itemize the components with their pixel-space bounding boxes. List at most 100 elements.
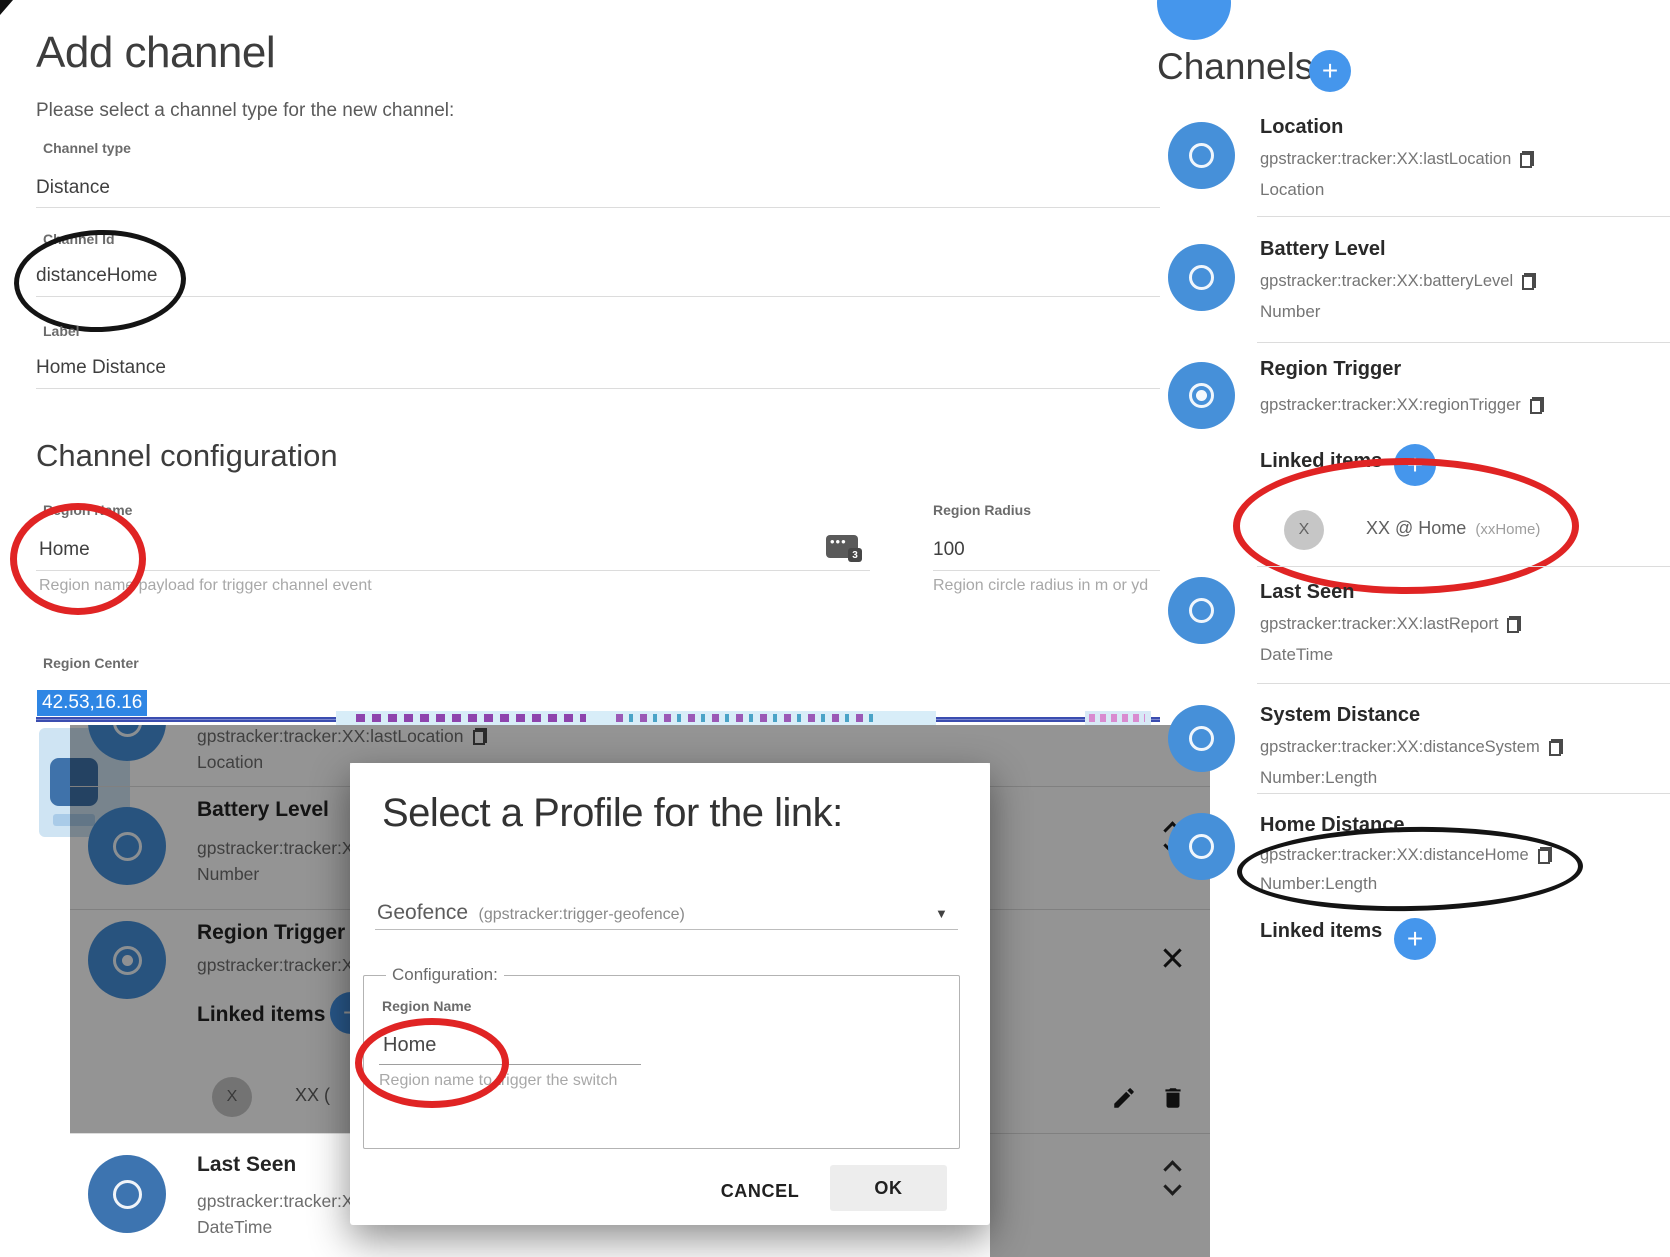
region-radius-helper: Region circle radius in m or yd: [933, 577, 1148, 595]
profile-select-value: Geofence: [377, 901, 468, 924]
region-radius-label: Region Radius: [933, 502, 1031, 518]
channel-type: Number: [1260, 302, 1320, 322]
reorder-unfold-more-icon[interactable]: [1166, 1163, 1179, 1193]
backdrop-dim: [350, 725, 990, 763]
channel-type: Location: [1260, 180, 1324, 200]
profile-select-uid: (gpstracker:trigger-geofence): [479, 906, 685, 923]
channel-type: DateTime: [1260, 645, 1333, 665]
keyboard-icon[interactable]: ••• 3: [826, 535, 858, 558]
region-radius-field[interactable]: 100: [933, 539, 965, 561]
configuration-legend: Configuration:: [386, 965, 504, 985]
divider: [36, 207, 1160, 208]
channel-title: Last Seen: [197, 1153, 296, 1177]
select-underline: [375, 929, 958, 930]
circle-outline-icon: [1189, 265, 1214, 290]
channel-state-icon: [1168, 577, 1235, 644]
divider: [36, 570, 870, 571]
add-linked-item-button[interactable]: +: [1394, 444, 1436, 486]
channel-title: Home Distance: [1260, 814, 1405, 837]
backdrop-dim: [70, 725, 350, 1133]
channel-type-field[interactable]: Distance: [36, 177, 110, 199]
channel-state-icon: [1168, 122, 1235, 189]
artifact-dashes: [616, 714, 876, 722]
divider: [933, 570, 1160, 571]
channel-title: Last Seen: [1260, 581, 1354, 604]
label-field[interactable]: Home Distance: [36, 357, 166, 379]
linked-item-suffix: (xxHome): [1475, 521, 1540, 538]
section-title-channel-configuration: Channel configuration: [36, 438, 338, 474]
circle-outline-icon: [1189, 598, 1214, 623]
cancel-button[interactable]: CANCEL: [705, 1171, 815, 1211]
channel-uid: gpstracker:tracker:X: [197, 1191, 354, 1212]
channel-uid-text: gpstracker:tracker:XX:lastLocation: [1260, 150, 1511, 169]
profile-dialog: Select a Profile for the link: Geofence …: [350, 763, 990, 1225]
dialog-region-name-label: Region Name: [382, 998, 471, 1014]
channel-trigger-icon: [1168, 362, 1235, 429]
channel-title: Location: [1260, 116, 1343, 139]
channel-uid: gpstracker:tracker:XX:lastReport: [1260, 615, 1521, 634]
page-subtitle: Please select a channel type for the new…: [36, 100, 454, 122]
divider: [1257, 566, 1670, 567]
dropdown-caret-icon[interactable]: ▼: [935, 906, 948, 921]
dialog-region-name-helper: Region name to trigger the switch: [379, 1072, 617, 1090]
chevron-up-icon: [1163, 1160, 1181, 1178]
add-linked-item-button[interactable]: +: [1394, 918, 1436, 960]
copy-icon[interactable]: [1507, 616, 1521, 633]
copy-icon[interactable]: [1538, 847, 1552, 864]
partial-circle-decoration: [1157, 0, 1231, 40]
divider: [36, 388, 1160, 389]
input-underline: [379, 1064, 641, 1065]
artifact-strip: [336, 711, 936, 725]
channel-type: DateTime: [197, 1217, 272, 1238]
channel-uid: gpstracker:tracker:XX:distanceSystem: [1260, 738, 1563, 757]
divider: [1257, 216, 1670, 217]
channel-type-label: Channel type: [43, 140, 131, 156]
linked-item: XX @ Home (xxHome): [1366, 518, 1540, 539]
copy-icon[interactable]: [1530, 397, 1544, 414]
divider: [1257, 793, 1670, 794]
keyboard-badge: 3: [848, 548, 862, 562]
radio-icon: [1189, 383, 1214, 408]
channel-title: System Distance: [1260, 704, 1420, 727]
channel-uid: gpstracker:tracker:XX:batteryLevel: [1260, 272, 1536, 291]
dialog-region-name-field[interactable]: Home: [383, 1034, 436, 1057]
divider: [1257, 342, 1670, 343]
channel-id-field[interactable]: distanceHome: [36, 265, 157, 287]
channel-type: Number:Length: [1260, 874, 1377, 894]
keyboard-dots: •••: [830, 538, 847, 546]
channel-id-label: Channel Id: [43, 231, 115, 247]
circle-outline-icon: [1189, 143, 1214, 168]
divider: [1257, 683, 1670, 684]
region-center-field[interactable]: 42.53,16.16: [37, 690, 147, 716]
artifact-strip: [1085, 711, 1151, 725]
linked-items-label: Linked items: [1260, 450, 1382, 473]
channel-state-icon: [88, 1155, 166, 1233]
channel-uid: gpstracker:tracker:XX:regionTrigger: [1260, 396, 1544, 415]
chevron-down-icon: [1163, 1177, 1181, 1195]
add-channel-button[interactable]: +: [1309, 50, 1351, 92]
artifact-dashes: [356, 714, 586, 722]
channel-title: Battery Level: [1260, 238, 1386, 261]
artifact-dashes: [1089, 714, 1145, 722]
page-title: Add channel: [36, 28, 275, 78]
corner-artifact: [0, 0, 13, 15]
channel-title: Region Trigger: [1260, 358, 1401, 381]
configuration-fieldset: Configuration: Region Name Home Region n…: [363, 975, 960, 1149]
channel-uid-text: gpstracker:tracker:XX:lastReport: [1260, 615, 1498, 634]
channel-uid-text: gpstracker:tracker:XX:distanceHome: [1260, 846, 1529, 865]
copy-icon[interactable]: [1520, 151, 1534, 168]
linked-items-label: Linked items: [1260, 920, 1382, 943]
channel-type: Number:Length: [1260, 768, 1377, 788]
channel-uid-text: gpstracker:tracker:XX:batteryLevel: [1260, 272, 1513, 291]
circle-outline-icon: [113, 1180, 142, 1209]
region-name-field[interactable]: Home: [39, 539, 90, 561]
profile-select[interactable]: Geofence (gpstracker:trigger-geofence): [377, 901, 685, 925]
channel-uid-text: gpstracker:tracker:XX:distanceSystem: [1260, 738, 1540, 757]
copy-icon[interactable]: [1522, 273, 1536, 290]
ok-button[interactable]: OK: [830, 1165, 947, 1211]
divider: [36, 296, 1160, 297]
copy-icon[interactable]: [1549, 739, 1563, 756]
item-avatar: X: [1284, 510, 1324, 550]
channel-uid-text: gpstracker:tracker:XX:regionTrigger: [1260, 396, 1521, 415]
dialog-title: Select a Profile for the link:: [382, 791, 843, 836]
